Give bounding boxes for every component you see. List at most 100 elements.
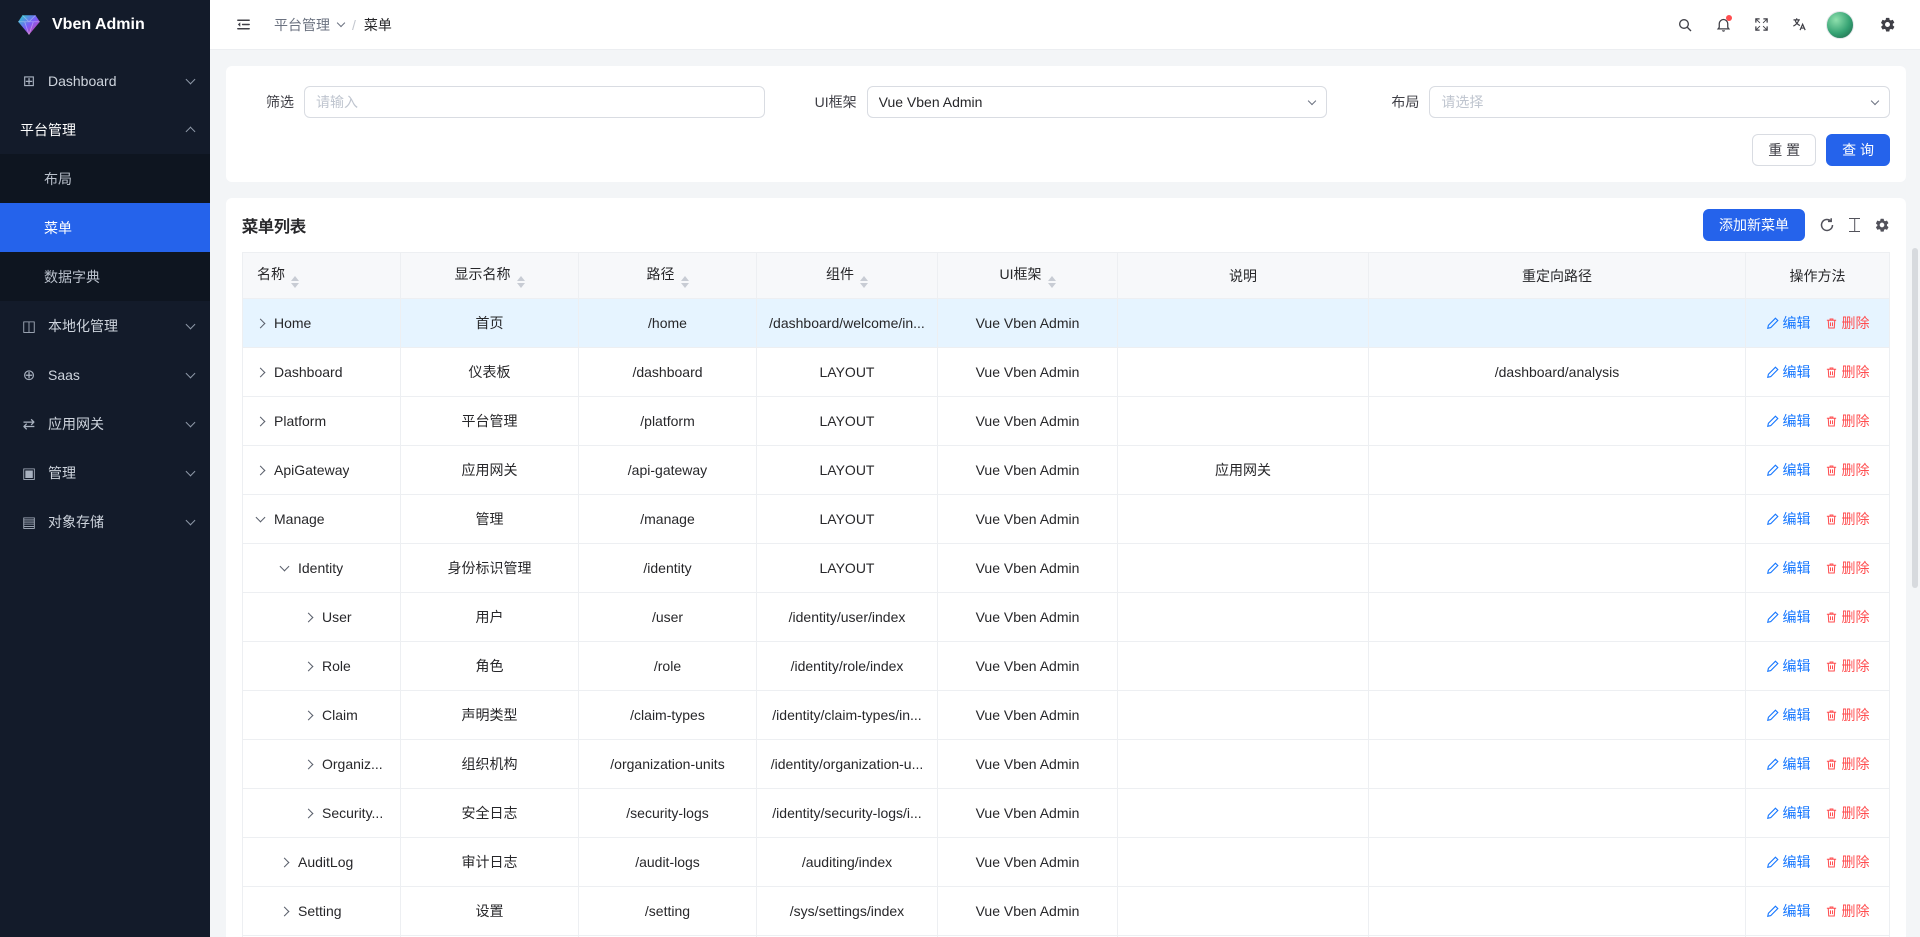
breadcrumb-item[interactable]: 菜单 <box>364 15 392 35</box>
sort-icon[interactable] <box>1048 276 1056 288</box>
notification-bell-icon[interactable] <box>1706 8 1740 42</box>
delete-button[interactable]: 删除 <box>1825 362 1870 382</box>
caret-down-icon <box>860 283 868 288</box>
delete-button[interactable]: 删除 <box>1825 509 1870 529</box>
edit-button[interactable]: 编辑 <box>1766 803 1811 823</box>
delete-button[interactable]: 删除 <box>1825 558 1870 578</box>
edit-button[interactable]: 编辑 <box>1766 313 1811 333</box>
edit-button[interactable]: 编辑 <box>1766 656 1811 676</box>
delete-button[interactable]: 删除 <box>1825 754 1870 774</box>
translate-icon[interactable] <box>1782 8 1816 42</box>
column-header-3[interactable]: 组件 <box>757 253 938 299</box>
sort-icon[interactable] <box>291 276 299 288</box>
delete-button[interactable]: 删除 <box>1825 901 1870 921</box>
chevron-right-icon[interactable] <box>304 612 314 622</box>
row-name: Claim <box>322 707 358 723</box>
add-menu-button[interactable]: 添加新菜单 <box>1703 209 1805 241</box>
chevron-right-icon[interactable] <box>304 759 314 769</box>
column-header-4[interactable]: UI框架 <box>938 253 1118 299</box>
keyword-input[interactable]: 请输入 <box>304 86 765 118</box>
table-toolbar: 添加新菜单 <box>1703 209 1890 241</box>
sidebar-item-menu[interactable]: 菜单 <box>0 203 210 252</box>
reset-button[interactable]: 重 置 <box>1752 134 1816 166</box>
topbar-actions <box>1668 8 1904 42</box>
sidebar-item-layout[interactable]: 布局 <box>0 154 210 203</box>
chevron-right-icon[interactable] <box>256 416 266 426</box>
sidebar-collapse-icon[interactable] <box>226 8 260 42</box>
layout-select[interactable]: 请选择 <box>1429 86 1890 118</box>
delete-button[interactable]: 删除 <box>1825 313 1870 333</box>
edit-button[interactable]: 编辑 <box>1766 852 1811 872</box>
delete-button[interactable]: 删除 <box>1825 852 1870 872</box>
sidebar-item-manage[interactable]: ▣管理 <box>0 448 210 497</box>
cell-name: Setting <box>243 887 401 936</box>
search-button[interactable]: 查 询 <box>1826 134 1890 166</box>
edit-button[interactable]: 编辑 <box>1766 509 1811 529</box>
vertical-scrollbar-thumb[interactable] <box>1912 248 1918 588</box>
chevron-right-icon[interactable] <box>256 367 266 377</box>
delete-button[interactable]: 删除 <box>1825 460 1870 480</box>
chevron-right-icon[interactable] <box>280 857 290 867</box>
edit-button[interactable]: 编辑 <box>1766 362 1811 382</box>
column-settings-gear-icon[interactable] <box>1874 217 1890 233</box>
chevron-down-icon[interactable] <box>256 513 266 523</box>
delete-button[interactable]: 删除 <box>1825 705 1870 725</box>
chevron-right-icon[interactable] <box>304 808 314 818</box>
delete-button[interactable]: 删除 <box>1825 803 1870 823</box>
chevron-down-icon <box>186 74 196 84</box>
settings-gear-icon[interactable] <box>1870 8 1904 42</box>
sort-icon[interactable] <box>860 276 868 288</box>
ui-framework-select[interactable]: Vue Vben Admin <box>867 86 1328 118</box>
cell-component: /dashboard/welcome/in... <box>757 299 938 348</box>
fullscreen-icon[interactable] <box>1744 8 1778 42</box>
sort-icon[interactable] <box>681 276 689 288</box>
logo[interactable]: Vben Admin <box>0 0 210 50</box>
delete-button[interactable]: 删除 <box>1825 607 1870 627</box>
edit-button[interactable]: 编辑 <box>1766 558 1811 578</box>
chevron-right-icon[interactable] <box>256 465 266 475</box>
edit-button[interactable]: 编辑 <box>1766 607 1811 627</box>
edit-label: 编辑 <box>1783 362 1811 382</box>
search-icon[interactable] <box>1668 8 1702 42</box>
sidebar-item-platform[interactable]: 平台管理 <box>0 105 210 154</box>
delete-label: 删除 <box>1842 656 1870 676</box>
sidebar-item-localization[interactable]: ◫本地化管理 <box>0 301 210 350</box>
cell-component: LAYOUT <box>757 544 938 593</box>
sidebar-item-gateway[interactable]: ⇄应用网关 <box>0 399 210 448</box>
sidebar-item-saas[interactable]: ⊕Saas <box>0 350 210 399</box>
cell-description <box>1118 544 1369 593</box>
edit-button[interactable]: 编辑 <box>1766 460 1811 480</box>
chevron-right-icon[interactable] <box>256 318 266 328</box>
refresh-icon[interactable] <box>1819 217 1835 233</box>
edit-button[interactable]: 编辑 <box>1766 754 1811 774</box>
row-height-icon[interactable] <box>1849 218 1860 232</box>
column-header-2[interactable]: 路径 <box>579 253 757 299</box>
column-header-1[interactable]: 显示名称 <box>401 253 579 299</box>
user-avatar[interactable] <box>1826 11 1854 39</box>
chevron-right-icon[interactable] <box>280 906 290 916</box>
delete-button[interactable]: 删除 <box>1825 656 1870 676</box>
sidebar-item-storage[interactable]: ▤对象存储 <box>0 497 210 546</box>
breadcrumb-item[interactable]: 平台管理 <box>274 15 330 35</box>
table-body: Home首页/home/dashboard/welcome/in...Vue V… <box>243 299 1890 937</box>
chevron-right-icon[interactable] <box>304 710 314 720</box>
cell-redirect-path <box>1369 446 1746 495</box>
cell-display-name: 管理 <box>401 495 579 544</box>
sort-icon[interactable] <box>517 276 525 288</box>
cell-display-name: 应用网关 <box>401 446 579 495</box>
edit-button[interactable]: 编辑 <box>1766 411 1811 431</box>
column-header-0[interactable]: 名称 <box>243 253 401 299</box>
edit-button[interactable]: 编辑 <box>1766 705 1811 725</box>
sidebar-item-dashboard[interactable]: ⊞Dashboard <box>0 56 210 105</box>
edit-label: 编辑 <box>1783 558 1811 578</box>
table-row: User用户/user/identity/user/indexVue Vben … <box>243 593 1890 642</box>
cell-display-name: 首页 <box>401 299 579 348</box>
edit-button[interactable]: 编辑 <box>1766 901 1811 921</box>
sidebar-item-dict[interactable]: 数据字典 <box>0 252 210 301</box>
chevron-right-icon[interactable] <box>304 661 314 671</box>
chevron-down-icon[interactable] <box>280 562 290 572</box>
cell-component: /identity/role/index <box>757 642 938 691</box>
edit-label: 编辑 <box>1783 754 1811 774</box>
cell-name: AuditLog <box>243 838 401 887</box>
delete-button[interactable]: 删除 <box>1825 411 1870 431</box>
